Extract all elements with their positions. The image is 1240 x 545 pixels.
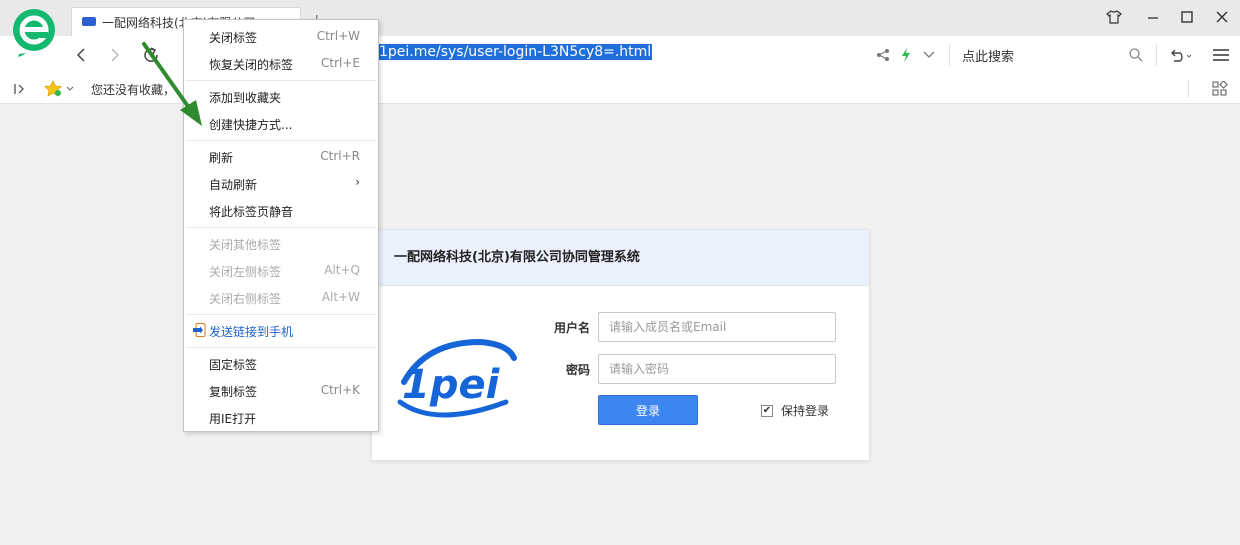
tab-context-menu: 关闭标签 Ctrl+W 恢复关闭的标签 Ctrl+E 添加到收藏夹 创建快捷方式..… [183,19,379,432]
login-panel: 一配网络科技(北京)有限公司协同管理系统 1pei 用户名 密码 登录 ✔ 保持… [371,229,870,461]
menu-item-duplicate-tab[interactable]: 复制标签 Ctrl+K [184,377,378,404]
maximize-icon[interactable] [1175,6,1199,28]
username-input[interactable] [598,312,836,342]
sidebar-toggle-icon[interactable] [13,82,27,99]
favorites-star-icon[interactable] [44,80,74,101]
username-label: 用户名 [554,321,591,335]
tab-favicon [82,17,96,26]
menu-item-pin-tab[interactable]: 固定标签 [184,350,378,377]
speed-mode-icon[interactable] [900,42,912,68]
menu-item-close-others: 关闭其他标签 [209,238,282,252]
menu-item-close-left: 关闭左侧标签 Alt+Q [209,263,360,279]
remember-login[interactable]: ✔ 保持登录 [761,402,829,419]
share-icon[interactable] [876,42,890,68]
password-label: 密码 [566,363,591,377]
chevron-down-icon[interactable] [922,42,936,68]
url-field[interactable]: 1pei.me/sys/user-login-L3N5cy8=.html [378,44,653,60]
login-button[interactable]: 登录 [598,395,698,425]
browser-logo-icon[interactable] [10,8,58,60]
1pei-logo: 1pei [397,338,517,418]
phone-icon [193,323,206,337]
menu-icon[interactable] [1212,42,1230,68]
skin-icon[interactable] [1102,6,1126,28]
password-input[interactable] [598,354,836,384]
search-input[interactable]: 点此搜索 [962,46,1014,65]
apps-grid-icon[interactable] [1212,80,1228,100]
menu-item-send-to-phone[interactable]: 发送链接到手机 [184,317,378,344]
reload-icon[interactable] [138,42,164,68]
chevron-right-icon: › [355,175,360,189]
undo-icon[interactable] [1168,42,1194,68]
menu-item-mute-tab[interactable]: 将此标签页静音 [184,197,378,224]
search-icon[interactable] [1128,42,1144,68]
login-header: 一配网络科技(北京)有限公司协同管理系统 [372,230,869,286]
menu-item-add-favorite[interactable]: 添加到收藏夹 [184,83,378,110]
menu-item-close-tab[interactable]: 关闭标签 Ctrl+W [184,23,378,50]
menu-item-open-ie[interactable]: 用IE打开 [184,404,378,431]
brand-text: 1pei [402,362,501,408]
menu-item-restore-tab[interactable]: 恢复关闭的标签 Ctrl+E [184,50,378,77]
remember-checkbox[interactable]: ✔ [761,404,773,417]
forward-icon[interactable] [102,42,128,68]
close-icon[interactable] [1210,6,1234,28]
bookmarks-empty-text: 您还没有收藏， [91,83,176,97]
menu-item-close-right: 关闭右侧标签 Alt+W [209,290,360,306]
back-icon[interactable] [68,42,94,68]
menu-item-create-shortcut[interactable]: 创建快捷方式... [184,110,378,137]
menu-item-auto-refresh[interactable]: 自动刷新 › [184,170,378,197]
minimize-icon[interactable] [1141,6,1165,28]
remember-label: 保持登录 [781,404,830,418]
menu-item-refresh[interactable]: 刷新 Ctrl+R [184,143,378,170]
